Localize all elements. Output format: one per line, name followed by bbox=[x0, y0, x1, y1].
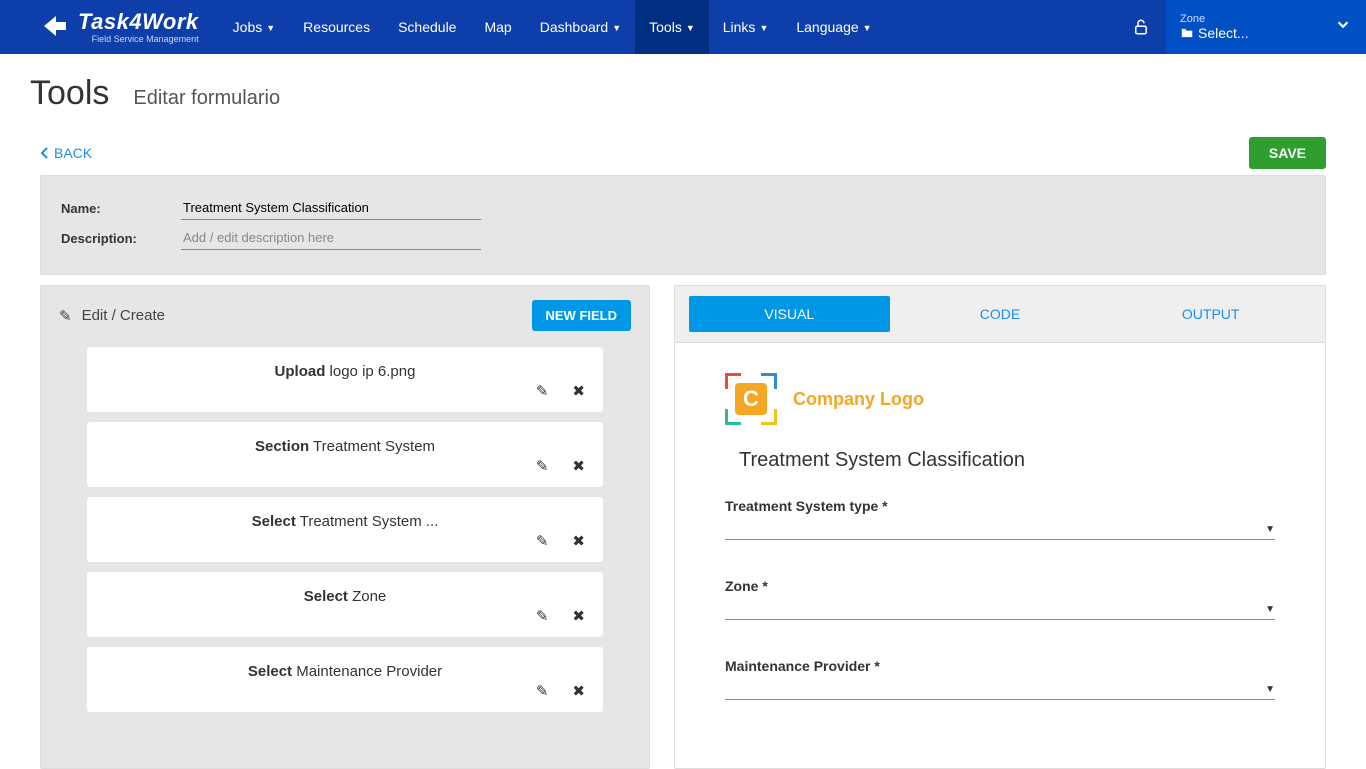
delete-field-icon[interactable] bbox=[572, 532, 585, 550]
edit-field-icon[interactable] bbox=[536, 457, 549, 475]
new-field-button[interactable]: NEW FIELD bbox=[532, 300, 632, 331]
nav-item-label: Jobs bbox=[233, 19, 263, 35]
back-link[interactable]: BACK bbox=[40, 145, 92, 161]
nav-item-resources[interactable]: Resources bbox=[289, 0, 384, 54]
preview-panel: VISUAL CODE OUTPUT C Company Logo Treatm… bbox=[674, 285, 1326, 769]
field-card[interactable]: Select Treatment System ... bbox=[87, 497, 603, 562]
zone-label: Zone bbox=[1180, 13, 1352, 25]
nav-item-label: Schedule bbox=[398, 19, 456, 35]
save-button[interactable]: SAVE bbox=[1249, 137, 1326, 169]
nav-item-label: Links bbox=[723, 19, 756, 35]
preview-field-label: Maintenance Provider * bbox=[725, 658, 1275, 674]
page-toolbar: BACK SAVE bbox=[30, 137, 1336, 169]
tab-visual[interactable]: VISUAL bbox=[689, 296, 890, 332]
nav-item-language[interactable]: Language ▼ bbox=[782, 0, 885, 54]
nav-item-label: Map bbox=[484, 19, 511, 35]
field-card[interactable]: Select Maintenance Provider bbox=[87, 647, 603, 712]
chevron-left-icon bbox=[40, 147, 50, 159]
brand-text: Task4Work Field Service Management bbox=[78, 11, 199, 44]
caret-down-icon: ▼ bbox=[863, 23, 872, 33]
edit-field-icon[interactable] bbox=[536, 382, 549, 400]
field-card-title: Select Treatment System ... bbox=[103, 513, 587, 530]
preview-form-title: Treatment System Classification bbox=[725, 449, 1275, 472]
nav-items: Jobs▼ResourcesScheduleMapDashboard▼Tools… bbox=[219, 0, 886, 54]
field-card[interactable]: Upload logo ip 6.png bbox=[87, 347, 603, 412]
field-card[interactable]: Select Zone bbox=[87, 572, 603, 637]
nav-item-label: Language bbox=[796, 19, 858, 35]
nav-item-label: Dashboard bbox=[540, 19, 609, 35]
caret-down-icon: ▼ bbox=[266, 23, 275, 33]
nav-item-map[interactable]: Map bbox=[470, 0, 525, 54]
tab-code[interactable]: CODE bbox=[900, 296, 1101, 332]
dropdown-arrow-icon: ▼ bbox=[1265, 524, 1275, 535]
meta-name-input[interactable] bbox=[181, 196, 481, 220]
nav-spacer bbox=[886, 0, 1116, 54]
preview-field: Treatment System type * ▼ bbox=[725, 498, 1275, 540]
nav-item-dashboard[interactable]: Dashboard▼ bbox=[526, 0, 635, 54]
company-logo-text: Company Logo bbox=[793, 389, 924, 410]
delete-field-icon[interactable] bbox=[572, 457, 585, 475]
brand-logo-icon bbox=[40, 12, 70, 42]
preview-field-label: Zone * bbox=[725, 578, 1275, 594]
zone-value: Select... bbox=[1180, 25, 1352, 41]
form-meta-panel: Name: Description: bbox=[40, 175, 1326, 275]
caret-down-icon: ▼ bbox=[686, 23, 695, 33]
preview-field-label: Treatment System type * bbox=[725, 498, 1275, 514]
editor-columns: Edit / Create NEW FIELD Upload logo ip 6… bbox=[30, 285, 1336, 769]
preview-field: Maintenance Provider * ▼ bbox=[725, 658, 1275, 700]
field-card[interactable]: Section Treatment System bbox=[87, 422, 603, 487]
brand[interactable]: Task4Work Field Service Management bbox=[0, 0, 219, 54]
company-logo-icon: C bbox=[725, 373, 777, 425]
edit-field-icon[interactable] bbox=[536, 607, 549, 625]
brand-name: Task4Work bbox=[78, 11, 199, 33]
field-editor-panel: Edit / Create NEW FIELD Upload logo ip 6… bbox=[40, 285, 650, 769]
nav-item-schedule[interactable]: Schedule bbox=[384, 0, 470, 54]
preview-field-select[interactable]: ▼ bbox=[725, 680, 1275, 700]
nav-item-label: Tools bbox=[649, 19, 682, 35]
dropdown-arrow-icon: ▼ bbox=[1265, 604, 1275, 615]
preview-field-select[interactable]: ▼ bbox=[725, 600, 1275, 620]
page-subtitle: Editar formulario bbox=[133, 87, 280, 110]
page-title: Tools bbox=[30, 74, 109, 113]
nav-item-tools[interactable]: Tools ▼ bbox=[635, 0, 709, 54]
page-heading: Tools Editar formulario bbox=[30, 74, 1336, 113]
preview-field: Zone * ▼ bbox=[725, 578, 1275, 620]
page-body: Tools Editar formulario BACK SAVE Name: … bbox=[0, 54, 1366, 769]
dropdown-arrow-icon: ▼ bbox=[1265, 684, 1275, 695]
preview-tabs: VISUAL CODE OUTPUT bbox=[675, 286, 1325, 343]
delete-field-icon[interactable] bbox=[572, 607, 585, 625]
preview-field-select[interactable]: ▼ bbox=[725, 520, 1275, 540]
folder-icon bbox=[1180, 26, 1194, 40]
meta-desc-input[interactable] bbox=[181, 226, 481, 250]
company-logo: C Company Logo bbox=[725, 373, 1275, 425]
editor-heading: Edit / Create bbox=[82, 307, 165, 324]
meta-desc-label: Description: bbox=[61, 231, 141, 246]
caret-down-icon: ▼ bbox=[759, 23, 768, 33]
meta-name-label: Name: bbox=[61, 201, 141, 216]
nav-item-jobs[interactable]: Jobs▼ bbox=[219, 0, 290, 54]
edit-field-icon[interactable] bbox=[536, 682, 549, 700]
zone-selector[interactable]: Zone Select... bbox=[1166, 0, 1366, 54]
edit-field-icon[interactable] bbox=[536, 532, 549, 550]
tab-output[interactable]: OUTPUT bbox=[1110, 296, 1311, 332]
field-card-title: Select Maintenance Provider bbox=[103, 663, 587, 680]
nav-item-links[interactable]: Links▼ bbox=[709, 0, 783, 54]
pencil-icon bbox=[59, 307, 72, 325]
field-card-title: Section Treatment System bbox=[103, 438, 587, 455]
caret-down-icon: ▼ bbox=[612, 23, 621, 33]
preview-body: C Company Logo Treatment System Classifi… bbox=[675, 343, 1325, 768]
brand-tagline: Field Service Management bbox=[92, 35, 199, 44]
field-card-title: Select Zone bbox=[103, 588, 587, 605]
delete-field-icon[interactable] bbox=[572, 382, 585, 400]
top-navbar: Task4Work Field Service Management Jobs▼… bbox=[0, 0, 1366, 54]
field-card-title: Upload logo ip 6.png bbox=[103, 363, 587, 380]
nav-item-label: Resources bbox=[303, 19, 370, 35]
unlock-icon[interactable] bbox=[1116, 0, 1166, 54]
chevron-down-icon bbox=[1334, 16, 1352, 39]
delete-field-icon[interactable] bbox=[572, 682, 585, 700]
